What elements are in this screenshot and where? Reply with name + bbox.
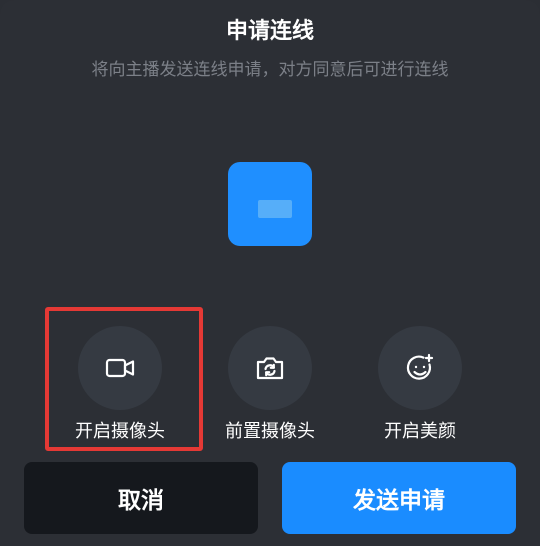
beauty-option[interactable]: 开启美颜 [345, 326, 495, 456]
connection-request-dialog: 申请连线 将向主播发送连线申请，对方同意后可进行连线 开启摄像头 前置摄像头 开… [0, 0, 540, 546]
cancel-button[interactable]: 取消 [24, 462, 258, 534]
switch-camera-icon [256, 357, 284, 380]
toggle-camera-label: 开启摄像头 [75, 421, 165, 442]
video-camera-icon [105, 358, 135, 378]
dialog-title: 申请连线 [225, 19, 314, 44]
front-camera-button[interactable] [228, 326, 312, 410]
user-avatar [228, 162, 312, 246]
beauty-face-icon [406, 353, 434, 380]
send-request-button[interactable]: 发送申请 [282, 462, 516, 534]
front-camera-label: 前置摄像头 [225, 421, 315, 442]
beauty-label: 开启美颜 [384, 421, 456, 442]
toggle-camera-option[interactable]: 开启摄像头 [45, 326, 195, 456]
front-camera-option[interactable]: 前置摄像头 [195, 326, 345, 456]
dialog-subtitle: 将向主播发送连线申请，对方同意后可进行连线 [91, 60, 449, 80]
beauty-button[interactable] [378, 326, 462, 410]
avatar-placeholder [258, 200, 292, 218]
toggle-camera-button[interactable] [78, 326, 162, 410]
